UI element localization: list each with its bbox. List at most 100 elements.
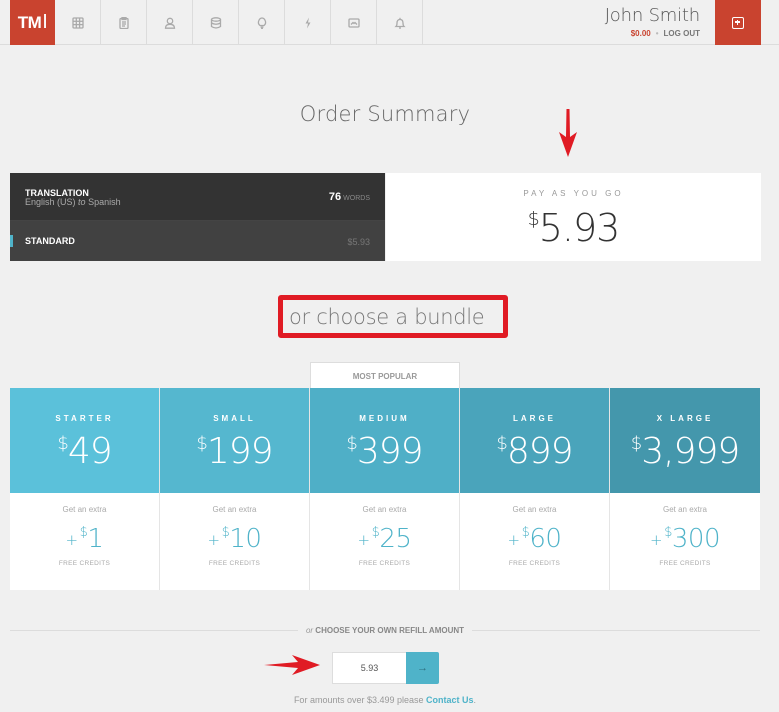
plus-sign: + [207, 530, 221, 549]
nav-item-lightning[interactable] [285, 0, 331, 45]
currency-symbol: $ [664, 525, 672, 541]
top-navigation-bar: TM I John Smith $0.00 • LOG OUT [0, 0, 779, 45]
tier-header: LARGE $899 [460, 388, 609, 493]
tier-price: $199 [160, 431, 309, 472]
credit-amount: + $25 [310, 524, 459, 554]
tier-price: $899 [460, 431, 609, 472]
logo-text: TM [17, 12, 42, 32]
credit-amount: + $10 [160, 524, 309, 554]
bundle-tiers: STARTER $49 Get an extra + $1 FREE CREDIT… [10, 388, 760, 590]
refill-note-text: For amounts over $3.499 please [293, 695, 424, 705]
plus-sign: + [357, 530, 371, 549]
currency-symbol: $ [57, 432, 68, 454]
mail-icon [347, 17, 360, 28]
nav-item-clipboard[interactable] [101, 0, 147, 45]
logout-link[interactable]: LOG OUT [664, 29, 700, 38]
currency-symbol: $ [521, 525, 530, 541]
pay-as-you-go-panel[interactable]: PAY AS YOU GO $5.93 [386, 173, 761, 261]
free-credits-label: FREE CREDITS [58, 560, 111, 567]
credit-value: 1 [87, 524, 104, 554]
nav-item-database[interactable] [193, 0, 239, 45]
tier-name: X LARGE [656, 414, 714, 423]
tier-price: $49 [10, 431, 159, 472]
add-button[interactable] [715, 0, 761, 45]
grid-icon [71, 16, 84, 29]
lightning-icon [305, 17, 310, 28]
user-icon [164, 17, 175, 29]
extra-label: Get an extra [362, 505, 407, 514]
refill-submit-button[interactable]: → [406, 652, 439, 684]
currency-symbol: $ [630, 432, 642, 454]
tier-name: STARTER [55, 414, 114, 423]
bundle-tier-starter[interactable]: STARTER $49 Get an extra + $1 FREE CREDIT… [10, 388, 160, 590]
tier-name: SMALL [213, 414, 256, 423]
user-name[interactable]: John Smith [605, 6, 700, 26]
word-count-unit: WORDS [343, 195, 370, 202]
nav-item-user[interactable] [147, 0, 193, 45]
nav-item-notifications[interactable] [377, 0, 423, 45]
extra-label: Get an extra [512, 505, 557, 514]
bundle-tier-small[interactable]: SMALL $199 Get an extra + $10 FREE CREDIT… [160, 388, 310, 590]
credit-amount: + $300 [610, 524, 760, 554]
lightbulb-icon [257, 16, 266, 29]
bundle-heading: or choose a bundle [289, 304, 485, 329]
word-count-value: 76 [328, 191, 342, 203]
currency-symbol: $ [221, 525, 230, 541]
tier-credits: Get an extra + $300 FREE CREDITS [610, 493, 760, 590]
logo-cursor: I [42, 11, 48, 33]
tier-header: SMALL $199 [160, 388, 309, 493]
refill-amount-input[interactable] [332, 652, 406, 684]
tier-price: $3,999 [610, 431, 760, 472]
annotation-arrow-down-icon [559, 109, 577, 157]
arrow-right-icon: → [417, 662, 428, 674]
contact-us-link[interactable]: Contact Us [426, 695, 474, 705]
tier-name: LARGE [513, 414, 556, 423]
bundle-tier-x-large[interactable]: X LARGE $3,999 Get an extra + $300 FREE C… [610, 388, 760, 590]
credit-amount: + $60 [460, 524, 609, 554]
bundle-tier-medium[interactable]: MEDIUM $399 Get an extra + $25 FREE CREDI… [310, 388, 460, 590]
free-credits-label: FREE CREDITS [659, 560, 711, 567]
extra-label: Get an extra [662, 505, 708, 514]
currency-symbol: $ [496, 432, 507, 454]
nav-item-lightbulb[interactable] [239, 0, 285, 45]
quality-tier-label: STANDARD [25, 236, 75, 246]
tier-credits: Get an extra + $60 FREE CREDITS [460, 493, 609, 590]
refill-note-suffix: . [473, 695, 477, 705]
credit-value: 300 [671, 524, 721, 554]
nav-item-mail[interactable] [331, 0, 377, 45]
pay-as-you-go-label: PAY AS YOU GO [523, 189, 624, 198]
currency-symbol: $ [79, 525, 88, 541]
bundle-tier-large[interactable]: LARGE $899 Get an extra + $60 FREE CREDIT… [460, 388, 610, 590]
order-details-panel: TRANSLATION English (US) to Spanish 76 WO… [10, 173, 385, 261]
refill-or-word: or [305, 626, 314, 635]
extra-label: Get an extra [212, 505, 257, 514]
plus-sign: + [65, 530, 79, 549]
credit-value: 25 [379, 524, 412, 554]
extra-label: Get an extra [62, 505, 107, 514]
quality-tier-row[interactable]: STANDARD $5.93 [10, 221, 385, 261]
nav-item-grid[interactable] [55, 0, 101, 45]
quality-tier-price: $5.93 [347, 237, 370, 247]
tier-price-value: 199 [206, 431, 274, 472]
annotation-arrow-right-icon [264, 655, 320, 675]
language-pair: English (US) to Spanish [25, 197, 121, 207]
refill-note: For amounts over $3.499 please Contact U… [0, 695, 770, 705]
tier-header: STARTER $49 [10, 388, 159, 493]
bundle-heading-highlight: or choose a bundle [278, 295, 508, 338]
pay-as-you-go-price: $5.93 [386, 206, 761, 250]
target-language: Spanish [88, 197, 121, 207]
currency-symbol: $ [371, 525, 380, 541]
plus-square-icon [732, 16, 744, 29]
tier-header: X LARGE $3,999 [610, 388, 760, 493]
credit-value: 10 [229, 524, 262, 554]
most-popular-badge: MOST POPULAR [310, 362, 460, 388]
refill-label: or CHOOSE YOUR OWN REFILL AMOUNT [0, 626, 770, 635]
tier-price: $399 [310, 431, 459, 472]
refill-label-text: CHOOSE YOUR OWN REFILL AMOUNT [315, 626, 465, 635]
free-credits-label: FREE CREDITS [358, 560, 411, 567]
pay-as-you-go-amount: 5.93 [538, 206, 621, 250]
app-logo[interactable]: TM I [10, 0, 55, 45]
page-title: Order Summary [299, 102, 471, 126]
clipboard-icon [118, 16, 129, 29]
tier-price-value: 49 [67, 431, 113, 472]
